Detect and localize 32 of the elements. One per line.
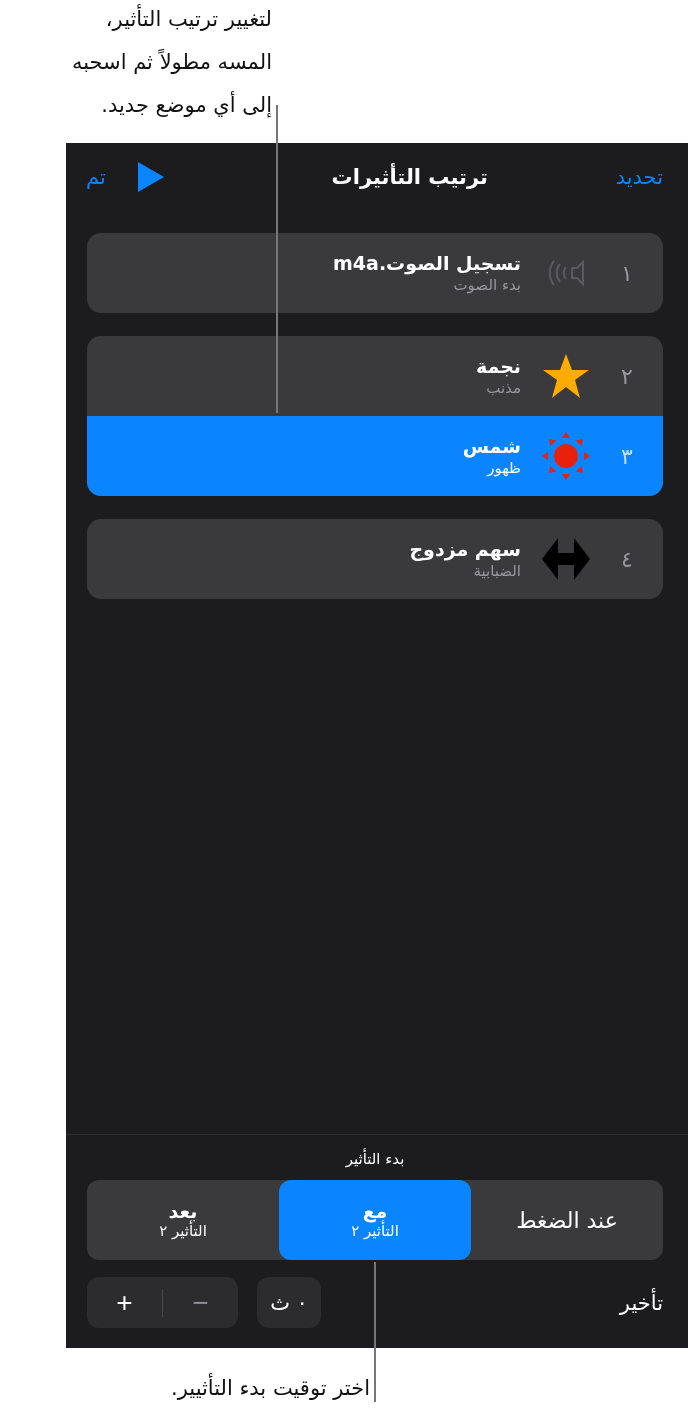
order-number: ٣ [620,443,634,469]
effect-title: شمس [462,435,521,457]
effect-title: تسجيل الصوت.m4a [333,252,521,274]
increment-button[interactable]: + [87,1285,162,1320]
star-icon [542,353,590,399]
effect-row[interactable]: ١ تسجيل الصوت.m4a بدء الصوت [87,233,663,313]
order-number: ٢ [620,363,634,389]
effect-subtitle: بدء الصوت [452,276,521,294]
effect-subtitle: مذنب [485,379,521,397]
effect-row[interactable]: ٣ شمس ظهور [87,416,663,496]
section-label: بدء التأثير [344,1150,406,1168]
effect-title: سهم مزدوج [409,538,521,560]
callout-text: لتغيير ترتيب التأثير، المسه مطولاً ثم اسحبه إلى أي موضع جديد. [71,0,272,143]
effect-subtitle: ظهور [485,459,521,477]
select-button[interactable]: تحديد [615,164,663,189]
segment-button[interactable]: بعد التأثير ٢ [87,1180,279,1260]
delay-label: تأخير [618,1290,663,1315]
sun-icon [542,432,590,480]
effect-row[interactable]: ٤ سهم مزدوج الضبابية [87,519,663,599]
done-button[interactable]: تم [86,164,106,189]
panel-title: ترتيب التأثيرات [330,164,489,189]
delay-value[interactable]: ٠ ث [257,1277,321,1328]
segment-button[interactable]: عند الضغط [471,1180,663,1260]
order-number: ١ [620,260,634,286]
double-arrow-icon [542,538,590,580]
effect-title: نجمة [475,355,521,377]
decrement-button[interactable]: − [163,1285,238,1320]
segment-button[interactable]: مع التأثير ٢ [279,1180,471,1260]
effect-subtitle: الضبابية [472,562,521,580]
effect-row[interactable]: ٢ نجمة مذنب [87,336,663,416]
order-number: ٤ [620,546,634,572]
play-icon[interactable] [137,161,164,192]
